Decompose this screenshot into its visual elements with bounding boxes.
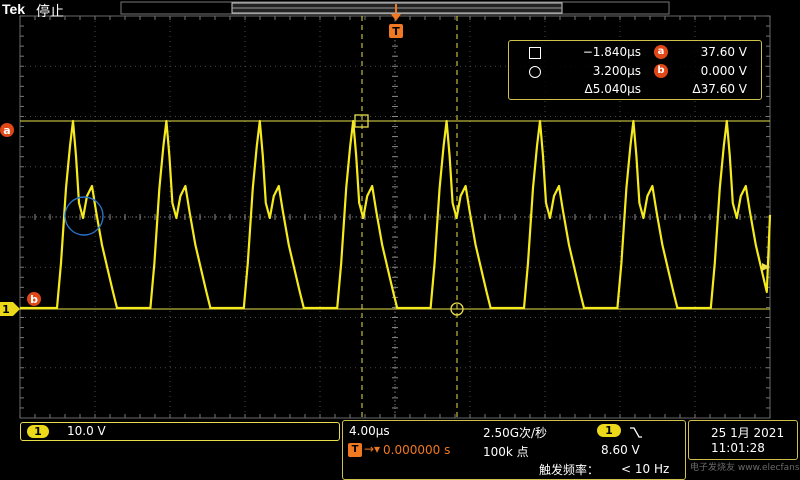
cursor-a-value: 37.60 V bbox=[700, 45, 747, 59]
delta-time: Δ5.040µs bbox=[584, 82, 641, 96]
timebase-scale: 4.00µs bbox=[349, 424, 390, 438]
cursor-b-time: 3.200µs bbox=[592, 64, 641, 78]
trigger-source-badge: 1 bbox=[597, 424, 621, 437]
brand-logo: Tek bbox=[2, 1, 26, 17]
svg-text:T: T bbox=[392, 25, 400, 38]
trigger-position: 0.000000 s bbox=[383, 443, 451, 457]
svg-text:1: 1 bbox=[2, 303, 10, 316]
ch1-ground-marker[interactable]: 1 bbox=[0, 302, 20, 316]
delta-value: Δ37.60 V bbox=[692, 82, 747, 96]
trigger-position-icon: T bbox=[348, 443, 362, 457]
cursor-b-badge-small: b bbox=[654, 64, 668, 78]
cursor-b-value: 0.000 V bbox=[700, 64, 747, 78]
sample-rate: 2.50G次/秒 bbox=[483, 426, 548, 440]
record-length: 100k 点 bbox=[483, 445, 529, 459]
date: 25 1月 2021 bbox=[711, 426, 785, 440]
watermark: 电子发烧友 www.elecfans.com bbox=[690, 463, 800, 473]
trigger-level: 8.60 V bbox=[601, 443, 640, 457]
timebase-trigger-panel[interactable]: 4.00µs 2.50G次/秒 1 T →▾ 0.000000 s 100k 点… bbox=[342, 420, 686, 480]
cursor-readout-panel: −1.840µs a 37.60 V 3.200µs b 0.000 V Δ5.… bbox=[508, 40, 762, 100]
falling-edge-icon bbox=[629, 424, 643, 438]
datetime-panel: 25 1月 2021 11:01:28 bbox=[688, 420, 798, 460]
ch1-scale: 10.0 V bbox=[67, 424, 106, 438]
svg-text:a: a bbox=[3, 124, 10, 137]
ch1-scale-panel[interactable]: 1 10.0 V bbox=[20, 422, 340, 441]
square-cursor-icon bbox=[529, 47, 541, 59]
cursor-a-time: −1.840µs bbox=[582, 45, 641, 59]
cursor-b-badge[interactable]: b bbox=[27, 292, 41, 306]
ch1-badge: 1 bbox=[27, 425, 49, 438]
svg-text:b: b bbox=[30, 293, 38, 306]
circle-cursor-icon bbox=[529, 66, 541, 78]
trigger-frequency-label: 触发频率： bbox=[539, 463, 600, 477]
trigger-frequency-value: < 10 Hz bbox=[621, 462, 670, 476]
cursor-a-badge[interactable]: a bbox=[0, 123, 14, 137]
trigger-delay-arrow-icon: →▾ bbox=[364, 442, 381, 456]
cursor-a-badge-small: a bbox=[654, 45, 668, 59]
acquisition-status: 停止 bbox=[36, 4, 64, 20]
time: 11:01:28 bbox=[711, 441, 765, 455]
